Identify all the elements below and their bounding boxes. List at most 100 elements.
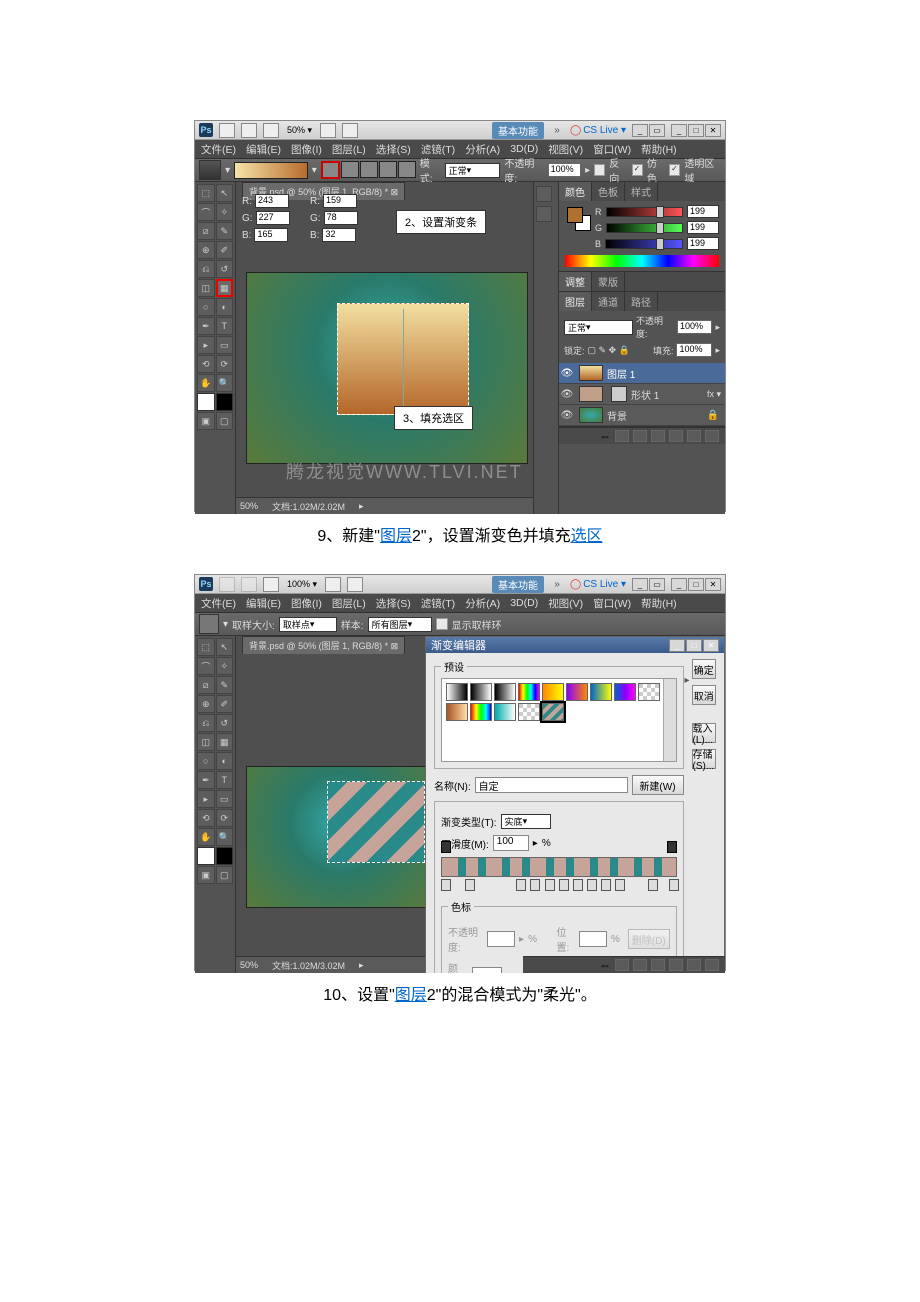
fx-icon[interactable]	[615, 959, 629, 971]
close-icon[interactable]: ✕	[703, 639, 719, 652]
fill-input[interactable]: 100%	[676, 343, 712, 357]
link-icon[interactable]: ⇔	[599, 429, 611, 443]
color-stop[interactable]	[530, 879, 540, 891]
marquee-tool-icon[interactable]: ⬚	[197, 184, 215, 202]
canvas[interactable]	[246, 272, 528, 464]
tab-color[interactable]: 颜色	[559, 182, 592, 201]
crop-tool-icon[interactable]: ⧄	[197, 222, 215, 240]
g-slider[interactable]	[606, 223, 683, 233]
zoom-level[interactable]: 50% ▾	[285, 125, 314, 136]
flyout-icon[interactable]: ▸	[359, 960, 364, 971]
preset-swatch[interactable]	[470, 703, 492, 721]
smoothness-input[interactable]: 100	[493, 835, 529, 851]
zoom-status[interactable]: 50%	[240, 960, 258, 970]
color-stop[interactable]	[615, 879, 625, 891]
preset-swatch[interactable]	[566, 683, 588, 701]
path-select-icon[interactable]: ▸	[197, 336, 215, 354]
menu-filter[interactable]: 滤镜(T)	[421, 596, 455, 611]
b-value[interactable]: 199	[687, 237, 719, 250]
diamond-gradient-icon[interactable]	[398, 161, 416, 178]
healing-tool-icon[interactable]: ⊕	[197, 241, 215, 259]
preset-swatch[interactable]	[542, 703, 564, 721]
preset-swatch[interactable]	[518, 703, 540, 721]
hand-tool-icon[interactable]: ✋	[197, 374, 215, 392]
preset-swatch[interactable]	[446, 683, 468, 701]
menu-select[interactable]: 选择(S)	[376, 142, 411, 157]
new-layer-icon[interactable]	[687, 430, 701, 442]
radial-gradient-icon[interactable]	[341, 161, 359, 178]
b-slider[interactable]	[605, 239, 683, 249]
layer-row[interactable]: 👁形状 1fx ▾	[559, 384, 725, 405]
layer-thumb[interactable]	[579, 365, 603, 381]
menu-view[interactable]: 视图(V)	[548, 596, 583, 611]
brush-tool-icon[interactable]: ✐	[216, 695, 234, 713]
group-icon[interactable]	[669, 430, 683, 442]
dropdown-icon[interactable]: ▾	[225, 165, 230, 176]
panel-icon[interactable]	[536, 186, 552, 202]
tab-layers[interactable]: 图层	[559, 292, 592, 311]
sample-select[interactable]: 所有图层 ▾	[368, 617, 432, 632]
gradient-presets[interactable]	[441, 678, 677, 762]
scrollbar[interactable]	[663, 679, 676, 761]
restore-icon[interactable]: ▭	[649, 124, 665, 137]
zoom-tool-icon[interactable]: 🔍	[216, 374, 234, 392]
maximize-icon[interactable]: □	[688, 124, 704, 137]
tab-channels[interactable]: 通道	[592, 292, 625, 311]
foreground-swatch[interactable]	[197, 847, 215, 865]
color-stop[interactable]	[559, 879, 569, 891]
workspace-pill[interactable]: 基本功能	[492, 122, 544, 139]
gradient-bar[interactable]	[441, 857, 677, 877]
quickmask-icon[interactable]: ▣	[197, 412, 215, 430]
mask-icon[interactable]	[633, 430, 647, 442]
blend-mode-select[interactable]: 正常 ▾	[564, 320, 633, 335]
menu-file[interactable]: 文件(E)	[201, 596, 236, 611]
preset-swatch[interactable]	[638, 683, 660, 701]
cancel-button[interactable]: 取消	[692, 685, 717, 705]
document-tab[interactable]: 背景.psd @ 50% (图层 1, RGB/8) * ⊠	[242, 636, 405, 654]
maximize-icon[interactable]: □	[686, 639, 702, 652]
visibility-icon[interactable]: 👁	[559, 368, 575, 379]
tab-swatches[interactable]: 色板	[592, 182, 625, 201]
load-button[interactable]: 载入(L)...	[692, 723, 717, 743]
color-stop[interactable]	[465, 879, 475, 891]
link-selection[interactable]: 选区	[571, 528, 603, 545]
extras-icon[interactable]	[347, 577, 363, 592]
eyedropper-tool-icon[interactable]: ✎	[216, 222, 234, 240]
gradient-tool-icon[interactable]: ▦	[216, 279, 234, 297]
r-value[interactable]: 199	[687, 205, 719, 218]
type-tool-icon[interactable]: T	[216, 771, 234, 789]
reflected-gradient-icon[interactable]	[379, 161, 397, 178]
color-stop[interactable]	[648, 879, 658, 891]
quickmask-icon[interactable]: ▣	[197, 866, 215, 884]
new-layer-icon[interactable]	[687, 959, 701, 971]
background-swatch[interactable]	[216, 393, 234, 411]
cs-live-button[interactable]: ◯CS Live ▾	[570, 125, 626, 136]
opacity-stop[interactable]	[667, 841, 677, 853]
crop-tool-icon[interactable]: ⧄	[197, 676, 215, 694]
dodge-tool-icon[interactable]: ◐	[216, 752, 234, 770]
dialog-titlebar[interactable]: 渐变编辑器 _□✕	[426, 637, 724, 653]
maximize-icon[interactable]: □	[688, 578, 704, 591]
menu-image[interactable]: 图像(I)	[291, 142, 322, 157]
tab-mask[interactable]: 蒙版	[592, 272, 625, 291]
menu-image[interactable]: 图像(I)	[291, 596, 322, 611]
trash-icon[interactable]	[705, 959, 719, 971]
layer-row[interactable]: 👁背景🔒	[559, 405, 725, 426]
preset-swatch[interactable]	[494, 703, 516, 721]
preset-swatch[interactable]	[470, 683, 492, 701]
gradient-preview[interactable]	[234, 162, 308, 179]
color-stop[interactable]	[587, 879, 597, 891]
minimize-icon[interactable]: _	[671, 124, 687, 137]
arrange-icon[interactable]	[320, 123, 336, 138]
save-button[interactable]: 存储(S)...	[692, 749, 717, 769]
minimize-icon[interactable]: _	[632, 578, 648, 591]
screen-mode-icon[interactable]	[263, 123, 279, 138]
screenmode-icon[interactable]: ▢	[216, 412, 234, 430]
lasso-tool-icon[interactable]: ⌒	[197, 203, 215, 221]
color-stop[interactable]	[601, 879, 611, 891]
minibridge-icon[interactable]	[241, 123, 257, 138]
wand-tool-icon[interactable]: ✧	[216, 203, 234, 221]
preset-swatch[interactable]	[542, 683, 564, 701]
zoom-level[interactable]: 100% ▾	[285, 579, 319, 590]
fx-icon[interactable]	[615, 430, 629, 442]
